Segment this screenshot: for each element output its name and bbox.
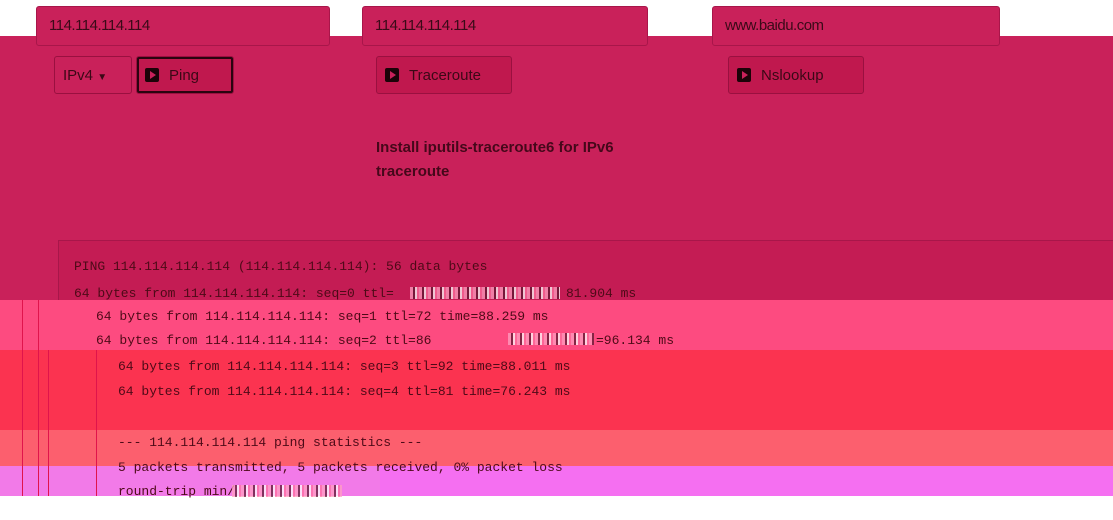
traceroute-host-input[interactable]: 114.114.114.114 [362,6,648,46]
nslookup-button[interactable]: Nslookup [728,56,864,94]
ip-version-value: IPv4 [63,67,94,84]
output-line: 81.904 ms [566,286,637,301]
glitch-line [22,300,23,496]
output-line: =96.134 ms [596,333,675,348]
glitch-line [96,350,97,496]
ipv6-notice: Install iputils-traceroute6 for IPv6 tra… [376,139,614,180]
nslookup-host-input[interactable]: www.baidu.com [712,6,1000,46]
traceroute-button[interactable]: Traceroute [376,56,512,94]
output-line: PING 114.114.114.114 (114.114.114.114): … [74,259,488,274]
play-icon [145,68,159,82]
chevron-down-icon: ▼ [97,72,108,83]
glitch-line [48,350,49,496]
output-line: 64 bytes from 114.114.114.114: seq=1 ttl… [96,309,549,324]
glitch-noise [410,287,560,299]
output-line: 64 bytes from 114.114.114.114: seq=0 ttl… [74,286,394,301]
output-line: --- 114.114.114.114 ping statistics --- [118,435,423,450]
nslookup-host-value: www.baidu.com [725,17,824,34]
output-line: 64 bytes from 114.114.114.114: seq=4 ttl… [118,384,571,399]
glitch-noise [508,333,594,345]
traceroute-host-value: 114.114.114.114 [375,17,476,34]
ping-button-label: Ping [169,66,200,84]
output-line: 5 packets transmitted, 5 packets receive… [118,460,563,475]
glitch-noise [232,485,342,497]
play-icon [385,68,399,82]
output-line: 64 bytes from 114.114.114.114: seq=3 ttl… [118,359,571,374]
ip-version-select[interactable]: IPv4 ▼ [54,56,132,94]
glitch-line [38,300,39,496]
ping-button[interactable]: Ping [136,56,234,94]
play-icon [737,68,751,82]
ping-host-input[interactable]: 114.114.114.114 [36,6,330,46]
nslookup-button-label: Nslookup [761,66,824,84]
ping-host-value: 114.114.114.114 [49,17,150,34]
traceroute-button-label: Traceroute [409,66,481,84]
output-line: round-trip min/ [118,484,236,499]
output-line: 64 bytes from 114.114.114.114: seq=2 ttl… [96,333,432,348]
